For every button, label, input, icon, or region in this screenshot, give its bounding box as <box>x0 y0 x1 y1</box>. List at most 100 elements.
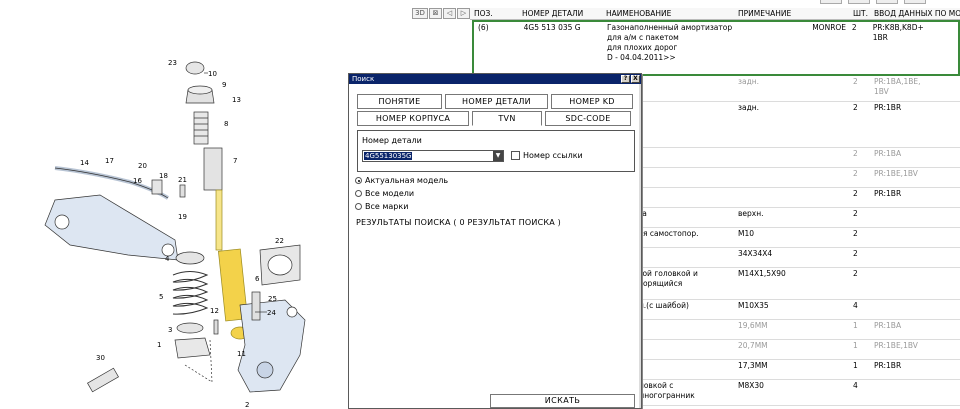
callout-25: 25 <box>268 295 277 303</box>
row-qty: 2 <box>853 209 858 218</box>
chevron-down-icon[interactable]: ▼ <box>493 151 503 161</box>
header-pos[interactable]: ПОЗ. <box>470 8 518 19</box>
row-brand <box>809 360 849 379</box>
dialog-title: Поиск <box>352 75 375 83</box>
callout-4: 4 <box>165 255 170 263</box>
row-data: PR:1BR <box>870 188 960 207</box>
row-name-line: для а/м с пакетом <box>606 33 679 42</box>
row-data <box>870 228 960 247</box>
table-header: ПОЗ. НОМЕР ДЕТАЛИ НАИМЕНОВАНИЕ ПРИМЕЧАНИ… <box>470 8 960 20</box>
row-data-line: PR:1BR <box>874 189 902 198</box>
radio-all-brands[interactable]: Все марки <box>355 202 408 211</box>
radio-label: Все модели <box>365 189 415 198</box>
row-data-line: 1BR <box>872 33 888 42</box>
row-data <box>870 208 960 227</box>
row-note: M10X35 <box>738 301 769 310</box>
row-data <box>870 268 960 299</box>
row-qty: 2 <box>853 269 858 278</box>
row-data: PR:1BR <box>870 102 960 147</box>
callout-6: 6 <box>255 275 260 283</box>
row-note <box>734 22 808 74</box>
row-brand <box>809 148 849 167</box>
radio-dot[interactable] <box>355 190 362 197</box>
row-qty: 1 <box>853 341 858 350</box>
dialog-titlebar[interactable]: Поиск ? X <box>349 74 641 84</box>
row-number: 4G5 513 035 G <box>523 23 581 32</box>
callout-2: 2 <box>245 401 249 409</box>
radio-current-model[interactable]: Актуальная модель <box>355 176 448 185</box>
row-data-line: PR:1BE,1BV <box>874 169 918 178</box>
row-data <box>870 380 960 405</box>
row-qty: 4 <box>853 381 858 390</box>
row-data-line: PR:1BR <box>874 361 902 370</box>
tab-kd-number[interactable]: НОМЕР KD <box>551 94 633 109</box>
reference-number-label: Номер ссылки <box>523 151 583 160</box>
control-tab-1[interactable] <box>820 0 842 4</box>
row-data-line: PR:1BA <box>874 321 902 330</box>
header-number[interactable]: НОМЕР ДЕТАЛИ <box>518 8 602 19</box>
callout-21: 21 <box>178 176 187 184</box>
row-data: PR:1BE,1BV <box>870 340 960 359</box>
row-brand <box>809 228 849 247</box>
close-button[interactable]: X <box>631 75 640 83</box>
dialog-scrollbar[interactable] <box>639 84 641 408</box>
tab-tvn[interactable]: TVN <box>472 111 542 126</box>
radio-label: Актуальная модель <box>365 176 449 185</box>
tab-row-1: ПОНЯТИЕ НОМЕР ДЕТАЛИ НОМЕР KD <box>357 94 633 109</box>
header-note[interactable]: ПРИМЕЧАНИЕ <box>734 8 809 19</box>
row-data: PR:1BR <box>870 360 960 379</box>
row-qty: 2 <box>853 149 858 158</box>
callout-13: 13 <box>232 96 241 104</box>
tab-concept[interactable]: ПОНЯТИЕ <box>357 94 442 109</box>
callout-7: 7 <box>233 157 237 165</box>
row-note: M14X1,5X90 <box>738 269 786 278</box>
search-button[interactable]: ИСКАТЬ <box>490 394 635 408</box>
tab-sdc-code[interactable]: SDC-CODE <box>545 111 631 126</box>
callout-12: 12 <box>210 307 219 315</box>
search-dialog: Поиск ? X ПОНЯТИЕ НОМЕР ДЕТАЛИ НОМЕР KD … <box>348 73 642 409</box>
row-data-line: PR:K8B,K8D+ <box>872 23 924 32</box>
tab-body-number[interactable]: НОМЕР КОРПУСА <box>357 111 469 126</box>
control-tab-2[interactable] <box>848 0 870 4</box>
part-number-value[interactable]: 4G5513035G <box>364 152 413 160</box>
row-qty: 1 <box>853 361 858 370</box>
row-brand <box>809 248 849 267</box>
row-note: M8X30 <box>738 381 764 390</box>
callout-23: 23 <box>168 59 177 67</box>
callout-14: 14 <box>80 159 89 167</box>
row-note <box>734 188 809 207</box>
control-tab-3[interactable] <box>876 0 898 4</box>
callout-19: 19 <box>178 213 187 221</box>
row-note: 20,7MM <box>738 341 768 350</box>
tab-row-2: НОМЕР КОРПУСА TVN SDC-CODE <box>357 111 631 126</box>
part-number-combobox[interactable]: 4G5513035G ▼ <box>362 150 504 162</box>
row-note: задн. <box>738 103 760 112</box>
radio-dot[interactable] <box>355 203 362 210</box>
control-tab-4[interactable] <box>904 0 926 4</box>
callout-24: 24 <box>267 309 276 317</box>
row-brand <box>809 76 849 101</box>
row-brand: MONROE <box>812 23 847 32</box>
window-controls <box>820 0 926 4</box>
part-number-label: Номер детали <box>362 136 422 145</box>
row-pos: (6) <box>478 23 489 32</box>
radio-dot[interactable] <box>355 177 362 184</box>
header-qty[interactable]: ШТ. <box>849 8 870 19</box>
row-name-line: D - 04.04.2011>> <box>606 53 676 62</box>
radio-all-models[interactable]: Все модели <box>355 189 414 198</box>
reference-number-checkbox[interactable]: Номер ссылки <box>511 151 583 160</box>
row-name: Газонаполненный амортизатор для а/м с па… <box>603 22 734 74</box>
header-data[interactable]: ВВОД ДАННЫХ ПО МОДЕ <box>870 8 960 19</box>
tab-part-number[interactable]: НОМЕР ДЕТАЛИ <box>445 94 548 109</box>
header-name[interactable]: НАИМЕНОВАНИЕ <box>602 8 734 19</box>
search-form: Номер детали 4G5513035G ▼ Номер ссылки <box>357 130 635 172</box>
callout-30: 30 <box>96 354 105 362</box>
row-data-line: PR:1BA,1BE, <box>874 77 921 86</box>
checkbox-box[interactable] <box>511 151 520 160</box>
search-results-text: РЕЗУЛЬТАТЫ ПОИСКА ( 0 РЕЗУЛЬТАТ ПОИСКА ) <box>356 218 561 227</box>
table-row-selected[interactable]: (6) 4G5 513 035 G Газонаполненный аморти… <box>472 20 960 76</box>
callout-11: 11 <box>237 350 246 358</box>
row-note: M10 <box>738 229 755 238</box>
radio-label: Все марки <box>365 202 409 211</box>
help-button[interactable]: ? <box>621 75 630 83</box>
